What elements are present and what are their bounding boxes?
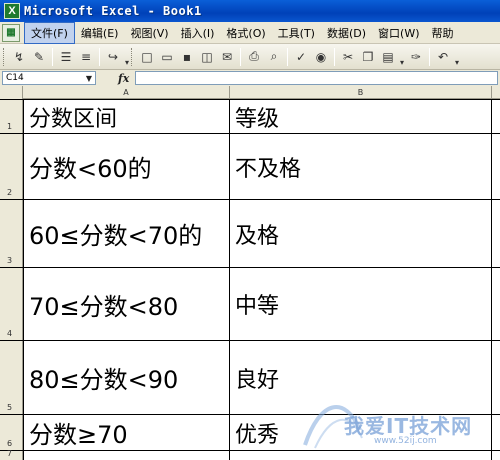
cell-c2[interactable] xyxy=(492,134,500,199)
row-header[interactable]: 2 xyxy=(0,134,23,199)
cut-icon[interactable]: ✂ xyxy=(339,48,357,66)
cell-a7[interactable] xyxy=(23,451,230,460)
cell-a5[interactable]: 80≤分数<90 xyxy=(23,341,230,414)
toolbar-grip[interactable] xyxy=(131,47,134,66)
paste-dropdown-chevron-icon[interactable]: ▾ xyxy=(398,47,406,67)
cell-b4[interactable]: 中等 xyxy=(230,268,492,340)
indent-icon[interactable]: ☰ xyxy=(57,48,75,66)
permission-icon[interactable]: ◫ xyxy=(198,48,216,66)
name-box[interactable]: C14 ▼ xyxy=(2,71,96,85)
column-header-b[interactable]: B xyxy=(230,86,492,99)
formula-input[interactable] xyxy=(135,71,498,85)
undo-icon[interactable]: ↶ xyxy=(434,48,452,66)
row-header[interactable]: 7 xyxy=(0,449,23,460)
toolbar-separator xyxy=(429,47,430,66)
review-icon[interactable]: ↯ xyxy=(10,48,28,66)
table-row: 2 分数<60的 不及格 xyxy=(0,134,500,200)
row-header[interactable]: 3 xyxy=(0,200,23,267)
print-preview-icon[interactable]: ⌕ xyxy=(265,48,283,66)
table-row: 6 分数≥70 优秀 xyxy=(0,415,500,451)
menu-edit[interactable]: 编辑(E) xyxy=(75,23,125,43)
name-box-value: C14 xyxy=(6,73,24,83)
row-header[interactable]: 4 xyxy=(0,268,23,340)
table-row: 7 xyxy=(0,449,500,460)
outdent-icon[interactable]: ≡ xyxy=(77,48,95,66)
format-painter-icon[interactable]: ✑ xyxy=(407,48,425,66)
email-icon[interactable]: ✉ xyxy=(218,48,236,66)
menu-insert[interactable]: 插入(I) xyxy=(175,23,221,43)
formula-bar: C14 ▼ fx xyxy=(0,70,500,86)
title-bar: X Microsoft Excel - Book1 xyxy=(0,0,500,22)
toolbar-separator xyxy=(99,47,100,66)
copy-icon[interactable]: ❐ xyxy=(359,48,377,66)
toolbar: ↯ ✎ ☰ ≡ ↪ ▾ □ ▭ ▪ ◫ ✉ ⎙ ⌕ ✓ ◉ ✂ ❐ ▤ ▾ ✑ … xyxy=(0,44,500,70)
menu-window[interactable]: 窗口(W) xyxy=(372,23,425,43)
cell-c6[interactable] xyxy=(492,415,500,450)
paste-icon[interactable]: ▤ xyxy=(379,48,397,66)
menu-tools[interactable]: 工具(T) xyxy=(272,23,321,43)
workbook-icon[interactable]: ▦ xyxy=(2,23,20,42)
cell-c1[interactable] xyxy=(492,100,500,133)
toolbar-separator xyxy=(52,47,53,66)
row-header[interactable]: 1 xyxy=(0,100,23,133)
reply-icon[interactable]: ↪ xyxy=(104,48,122,66)
menu-view[interactable]: 视图(V) xyxy=(124,23,174,43)
cell-a3[interactable]: 60≤分数<70的 xyxy=(23,200,230,267)
window-title: Microsoft Excel - Book1 xyxy=(24,4,202,18)
worksheet-grid: 1 分数区间 等级 2 分数<60的 不及格 3 60≤分数<70的 及格 4 … xyxy=(0,99,500,460)
menu-help[interactable]: 帮助 xyxy=(426,23,460,43)
column-headers: A B xyxy=(0,86,500,99)
insert-function-icon[interactable]: fx xyxy=(118,72,129,85)
open-icon[interactable]: ▭ xyxy=(158,48,176,66)
table-row: 3 60≤分数<70的 及格 xyxy=(0,200,500,268)
name-box-chevron-down-icon[interactable]: ▼ xyxy=(86,74,92,83)
print-icon[interactable]: ⎙ xyxy=(245,48,263,66)
cell-b3[interactable]: 及格 xyxy=(230,200,492,267)
cell-b1[interactable]: 等级 xyxy=(230,100,492,133)
row-header[interactable]: 5 xyxy=(0,341,23,414)
cell-a1[interactable]: 分数区间 xyxy=(23,100,230,133)
cell-a6[interactable]: 分数≥70 xyxy=(23,415,230,450)
row-header[interactable]: 6 xyxy=(0,415,23,450)
table-row: 1 分数区间 等级 xyxy=(0,99,500,134)
toolbar-options-chevron-icon[interactable]: ▾ xyxy=(123,47,131,67)
table-row: 4 70≤分数<80 中等 xyxy=(0,268,500,341)
menu-file[interactable]: 文件(F) xyxy=(24,21,75,44)
menu-bar: ▦ 文件(F) 编辑(E) 视图(V) 插入(I) 格式(O) 工具(T) 数据… xyxy=(0,21,500,44)
toolbar-grip[interactable] xyxy=(3,47,6,66)
cell-a4[interactable]: 70≤分数<80 xyxy=(23,268,230,340)
undo-dropdown-chevron-icon[interactable]: ▾ xyxy=(453,47,461,67)
column-header-c[interactable] xyxy=(492,86,500,99)
cell-b6[interactable]: 优秀 xyxy=(230,415,492,450)
cell-a2[interactable]: 分数<60的 xyxy=(23,134,230,199)
table-row: 5 80≤分数<90 良好 xyxy=(0,341,500,415)
column-header-a[interactable]: A xyxy=(23,86,230,99)
toolbar-separator xyxy=(334,47,335,66)
toolbar-separator xyxy=(240,47,241,66)
select-all-corner[interactable] xyxy=(0,86,23,99)
menu-data[interactable]: 数据(D) xyxy=(321,23,372,43)
cell-b2[interactable]: 不及格 xyxy=(230,134,492,199)
cell-c3[interactable] xyxy=(492,200,500,267)
cell-b7[interactable] xyxy=(230,451,492,460)
cell-c5[interactable] xyxy=(492,341,500,414)
track-changes-icon[interactable]: ✎ xyxy=(30,48,48,66)
spelling-icon[interactable]: ✓ xyxy=(292,48,310,66)
menu-format[interactable]: 格式(O) xyxy=(220,23,271,43)
research-icon[interactable]: ◉ xyxy=(312,48,330,66)
toolbar-separator xyxy=(287,47,288,66)
excel-app-icon: X xyxy=(4,3,20,19)
new-icon[interactable]: □ xyxy=(138,48,156,66)
save-icon[interactable]: ▪ xyxy=(178,48,196,66)
cell-c4[interactable] xyxy=(492,268,500,340)
cell-b5[interactable]: 良好 xyxy=(230,341,492,414)
